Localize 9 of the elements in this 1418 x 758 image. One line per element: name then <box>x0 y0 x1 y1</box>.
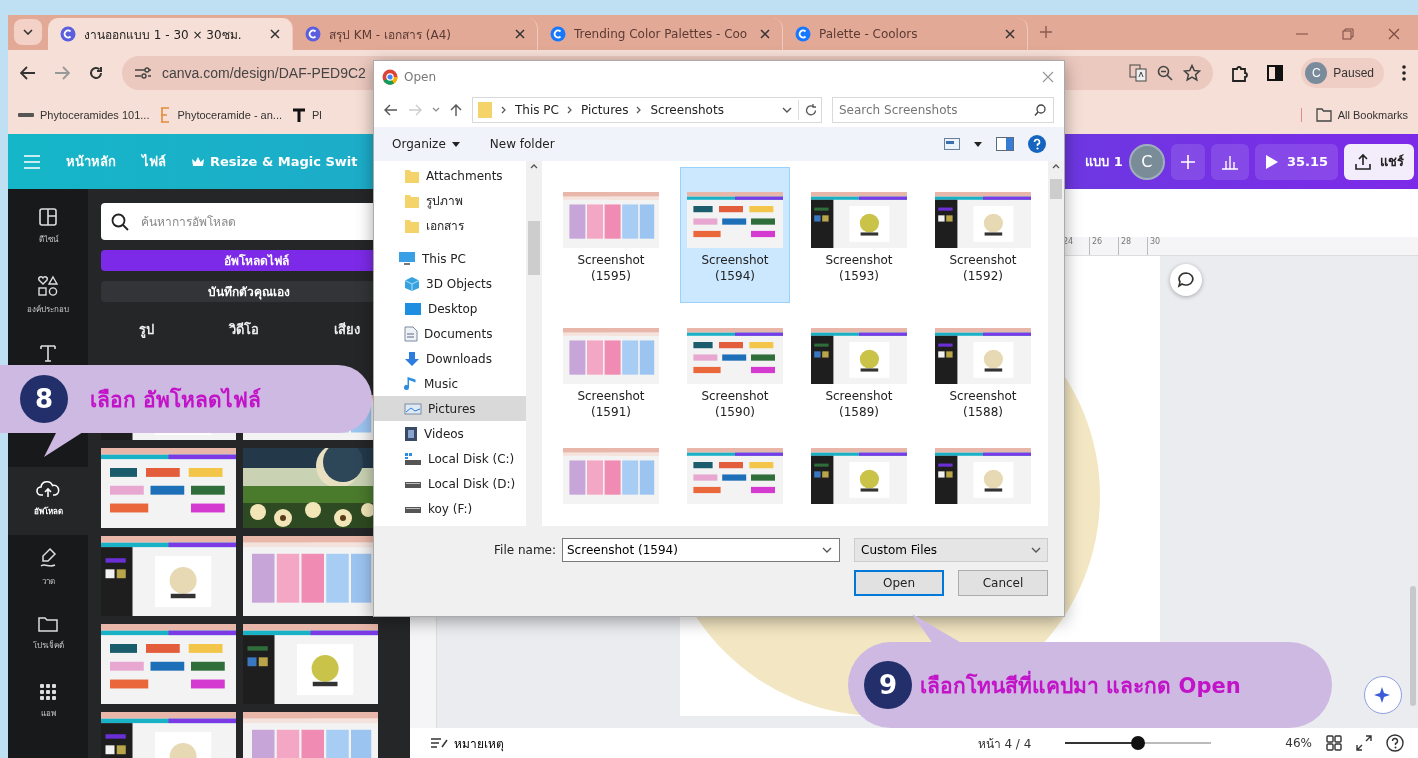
dialog-title: Open <box>404 70 437 84</box>
ruler-label: 26 <box>1089 237 1112 255</box>
step-number: 9 <box>864 661 912 709</box>
field-label: File name: <box>494 543 556 557</box>
step-instruction: เลือกโทนสีที่แคปมา และกด Open <box>920 668 1241 702</box>
ruler-label: 30 <box>1147 237 1170 255</box>
ruler-label: 28 <box>1118 237 1141 255</box>
step-number: 8 <box>20 375 68 423</box>
step-instruction: เลือก อัพโหลดไฟล์ <box>90 386 262 414</box>
